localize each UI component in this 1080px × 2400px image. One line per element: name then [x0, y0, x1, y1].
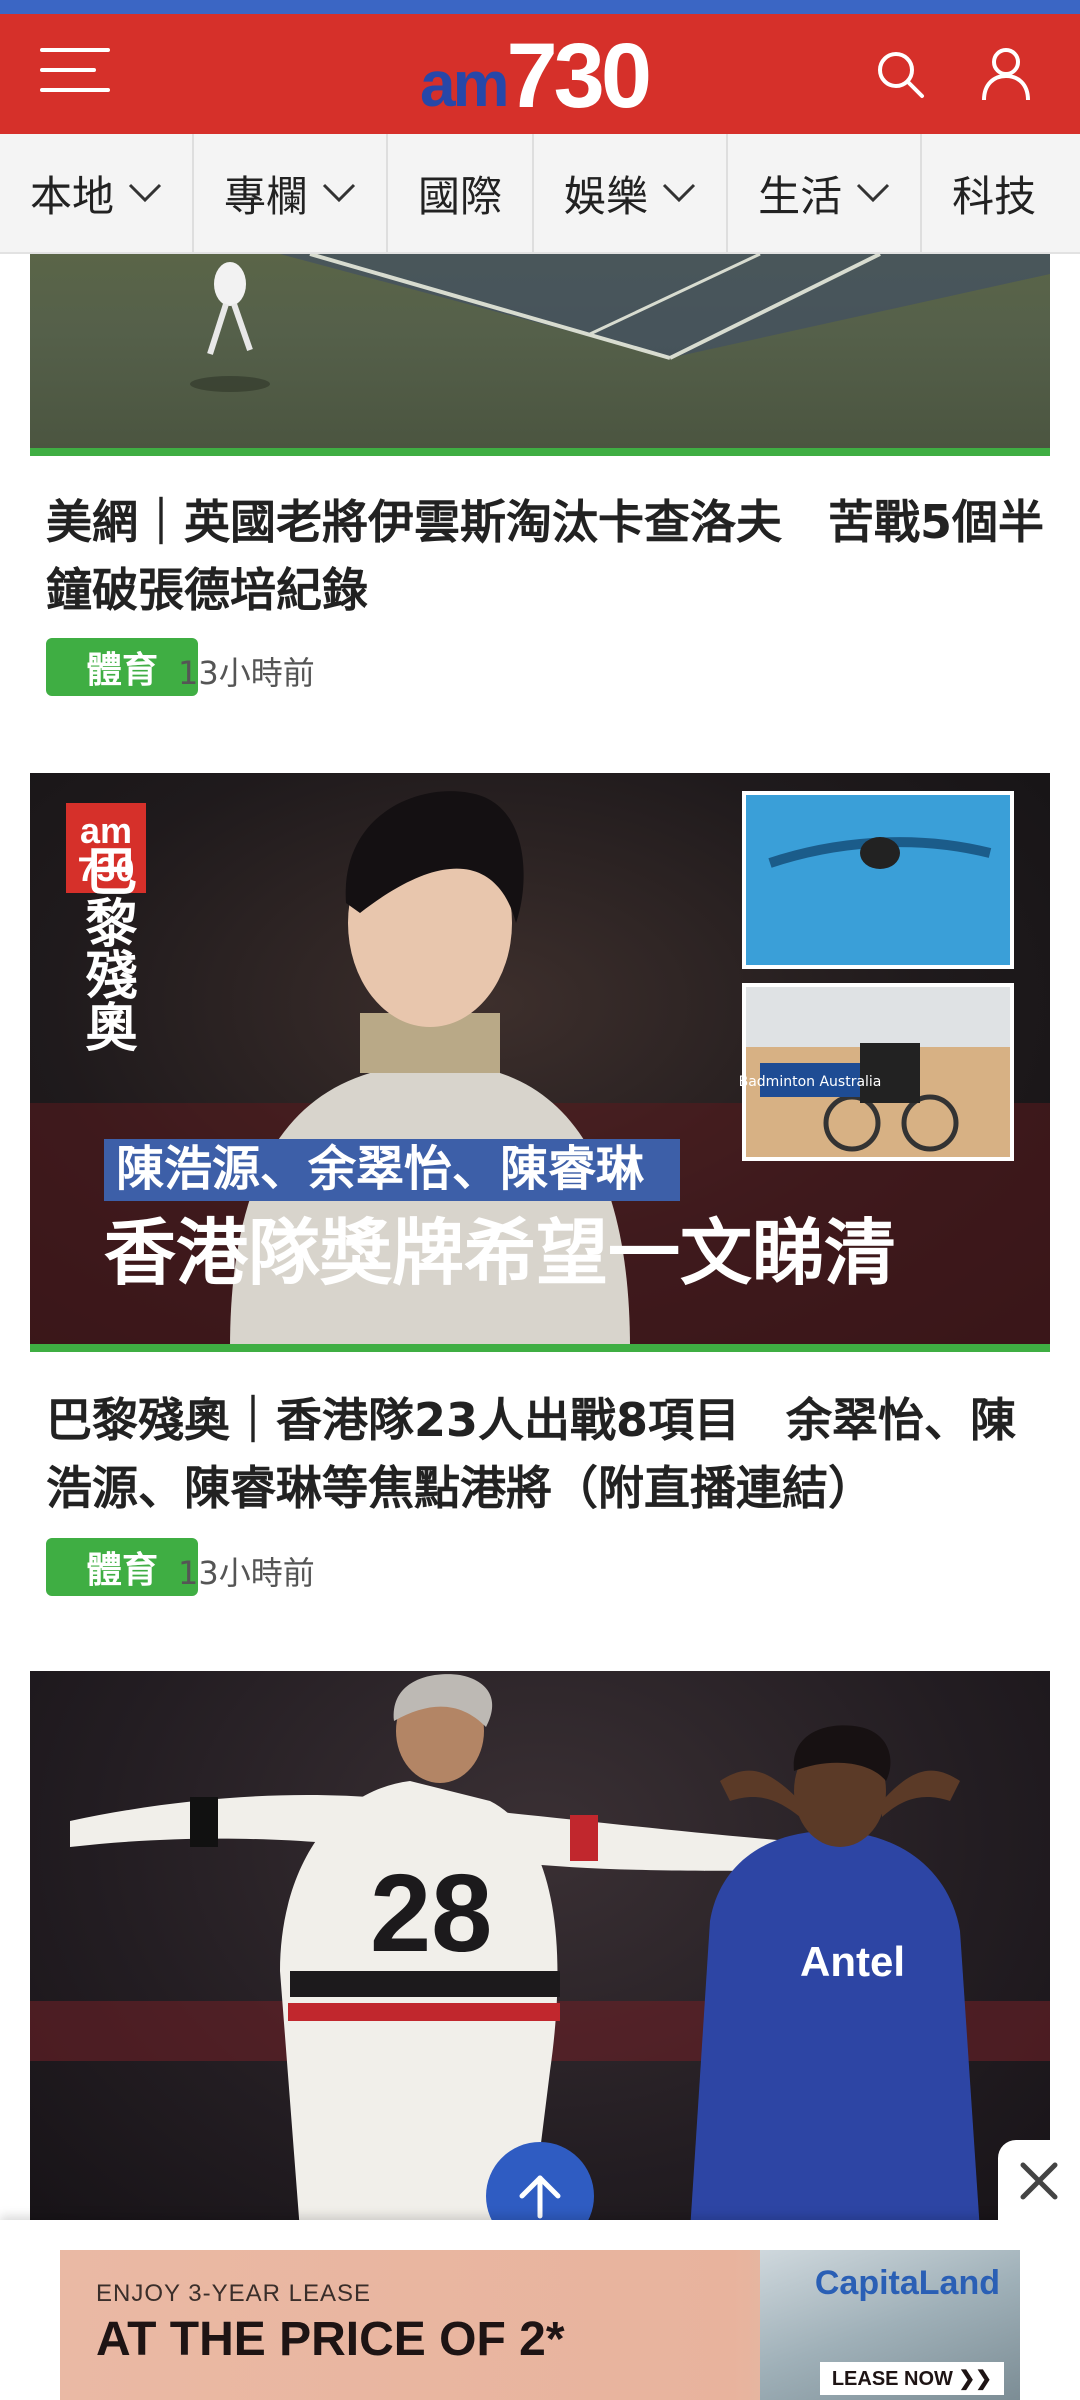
jersey-number: 28 [370, 1852, 492, 1975]
nav-item-label: 娛樂 [564, 171, 649, 221]
arrow-up-icon [519, 2175, 561, 2219]
site-header: am 730 [0, 14, 1080, 134]
user-account-icon[interactable] [976, 44, 1036, 104]
nav-item-label: 生活 [758, 171, 843, 221]
close-icon [1020, 2162, 1058, 2200]
menu-bar [40, 68, 96, 72]
top-accent-strip [0, 0, 1080, 14]
ad-brand-logo: CapitaLand [814, 2264, 1000, 2302]
nav-item-tech[interactable]: 科技 [922, 134, 1066, 252]
timestamp: 13小時前 [178, 1554, 315, 1592]
ad-line-2: AT THE PRICE OF 2* [96, 2313, 565, 2366]
chevron-down-icon [322, 183, 356, 203]
ad-banner[interactable]: ENJOY 3-YEAR LEASE AT THE PRICE OF 2* Ca… [60, 2250, 1020, 2400]
article-divider [30, 1344, 1050, 1352]
nav-item-label: 科技 [952, 171, 1037, 221]
nav-item-lifestyle[interactable]: 生活 [728, 134, 923, 252]
nav-item-label: 國際 [418, 171, 503, 221]
category-nav: 本地 專欄 國際 娛樂 生活 科技 [0, 134, 1080, 254]
site-logo[interactable]: am 730 [420, 25, 652, 127]
hamburger-menu-button[interactable] [40, 48, 110, 100]
ad-cta-button[interactable]: LEASE NOW ❯❯ [819, 2362, 1004, 2395]
close-ad-button[interactable] [998, 2140, 1080, 2222]
inset-banner-text: Badminton Australia [739, 1074, 882, 1090]
menu-bar [40, 88, 110, 92]
search-icon[interactable] [870, 44, 930, 104]
nav-item-local[interactable]: 本地 [0, 134, 195, 252]
timestamp: 13小時前 [178, 654, 315, 692]
jersey-brand: Antel [800, 1938, 905, 1985]
article-headline[interactable]: 美網｜英國老將伊雲斯淘汰卡查洛夫 苦戰5個半鐘破張德培紀錄 [46, 488, 1046, 624]
chevron-down-icon [857, 183, 890, 203]
logo-am-text: am [420, 48, 509, 120]
article-image-paralympics[interactable]: Badminton Australia am 730 巴黎殘奧 陳浩源、余翠怡、… [30, 773, 1050, 1348]
nav-item-international[interactable]: 國際 [388, 134, 535, 252]
nav-item-entertainment[interactable]: 娛樂 [534, 134, 729, 252]
logo-number-text: 730 [506, 25, 652, 127]
article-divider [30, 448, 1050, 456]
article-headline[interactable]: 巴黎殘奧｜香港隊23人出戰8項目 余翠怡、陳浩源、陳睿琳等焦點港將（附直播連結） [46, 1386, 1046, 1522]
nav-item-label: 本地 [30, 171, 115, 221]
vertical-title-text: 巴黎殘奧 [76, 844, 137, 1052]
chevron-down-icon [128, 183, 162, 203]
image-caption-small: 陳浩源、余翠怡、陳睿琳 [116, 1141, 645, 1197]
category-tag[interactable]: 體育 [46, 1538, 198, 1596]
menu-bar [40, 48, 110, 52]
nav-item-columns[interactable]: 專欄 [194, 134, 389, 252]
article-image-tennis[interactable] [30, 254, 1050, 448]
chevron-down-icon [663, 183, 696, 203]
image-caption-big: 香港隊獎牌希望一文睇清 [104, 1211, 896, 1295]
category-tag[interactable]: 體育 [46, 638, 198, 696]
nav-item-label: 專欄 [224, 171, 309, 221]
ad-line-1: ENJOY 3-YEAR LEASE [96, 2280, 371, 2307]
